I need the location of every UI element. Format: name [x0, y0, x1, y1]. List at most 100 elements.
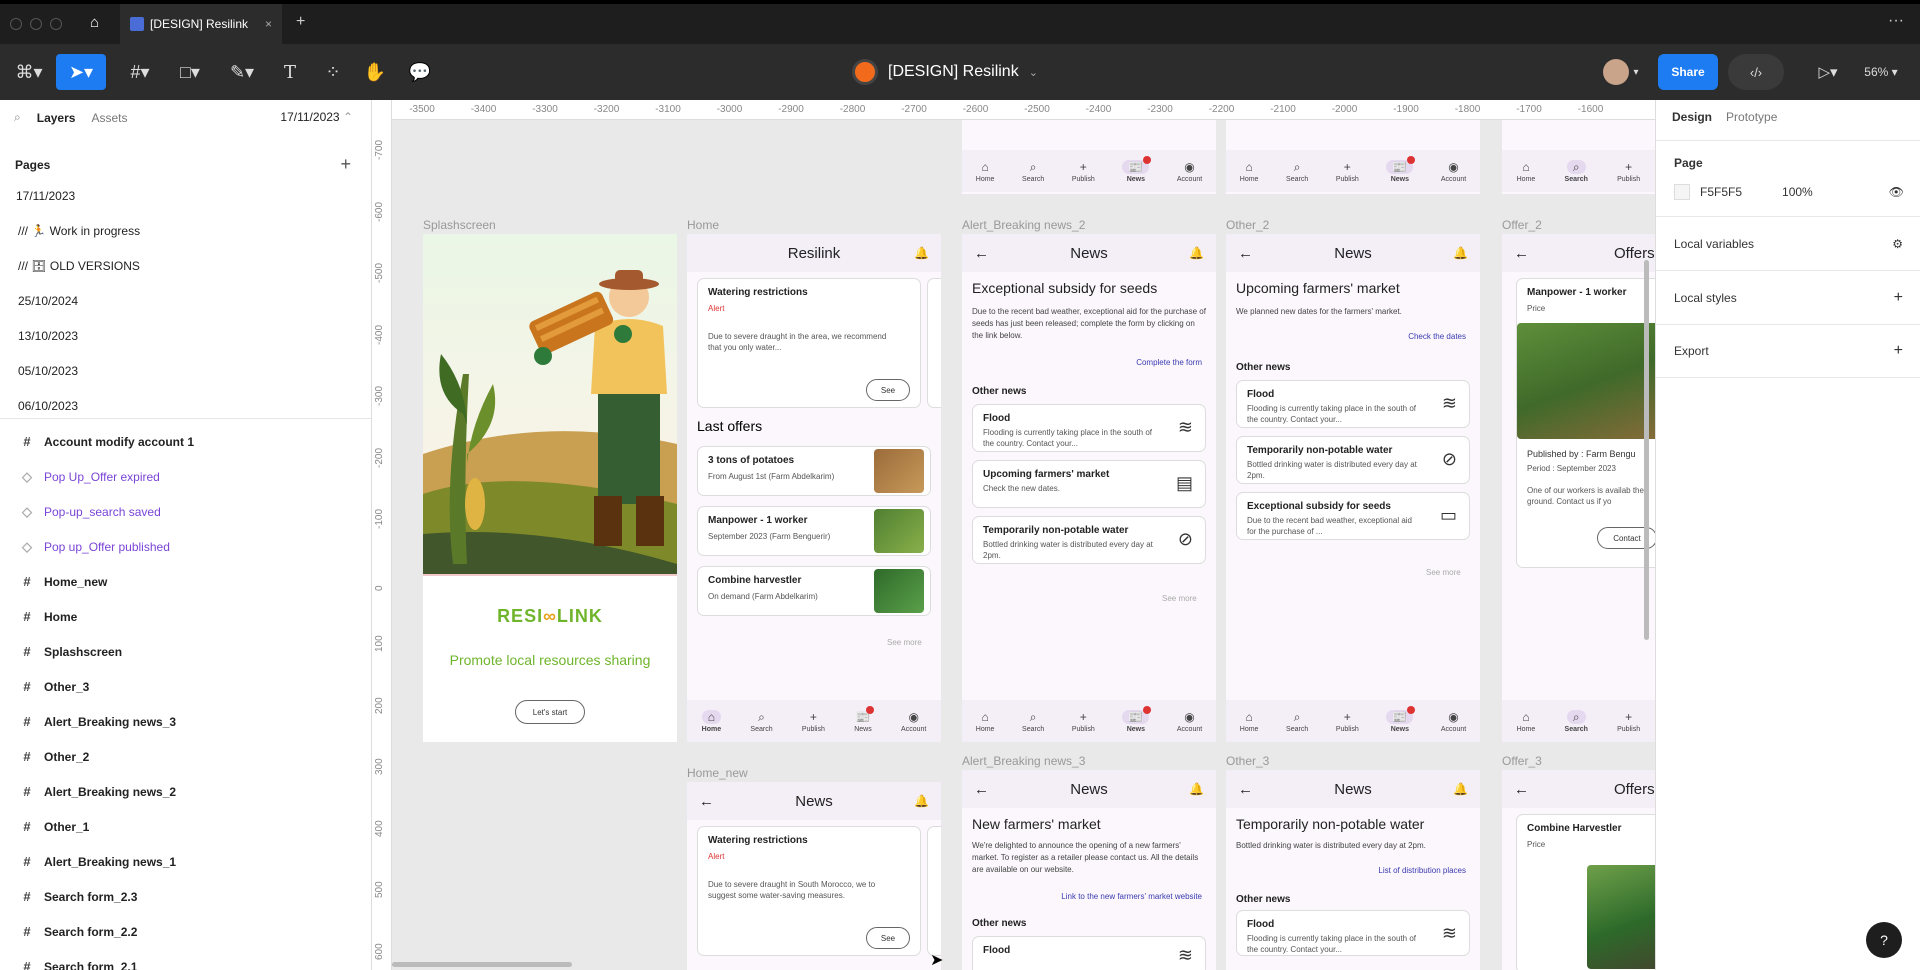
layer-item[interactable]: # Splashscreen	[0, 634, 371, 669]
present-icon[interactable]: ▷▾	[1810, 54, 1846, 90]
page-item[interactable]: 25/10/2024	[0, 283, 371, 318]
nav-publish[interactable]: + Publish	[1617, 710, 1640, 733]
news-item-card[interactable]: Exceptional subsidy for seeds Due to the …	[1236, 492, 1470, 540]
pen-tool-icon[interactable]: ✎▾	[222, 54, 262, 90]
offer-card[interactable]: Manpower - 1 worker Price Published by :…	[1516, 278, 1655, 568]
bg-color-swatch[interactable]	[1674, 184, 1690, 200]
news-item-card[interactable]: Temporarily non-potable water Bottled dri…	[972, 516, 1206, 564]
alert-card[interactable]: Watering restrictions Alert Due to sever…	[697, 826, 921, 956]
news-link[interactable]: Complete the form	[1136, 358, 1202, 367]
nav-search[interactable]: ⌕ Search	[1286, 160, 1308, 183]
frame-label[interactable]: Alert_Breaking news_3	[962, 754, 1085, 768]
shape-tool-icon[interactable]: □▾	[170, 54, 210, 90]
bell-icon[interactable]: 🔔	[1189, 782, 1204, 796]
new-tab-icon[interactable]: +	[296, 13, 305, 31]
local-styles-row[interactable]: Local styles +	[1656, 270, 1920, 324]
layer-item[interactable]: # Other_1	[0, 809, 371, 844]
layer-item[interactable]: # Alert_Breaking news_3	[0, 704, 371, 739]
nav-home[interactable]: ⌂ Home	[976, 710, 995, 733]
layer-item[interactable]: ◇ Pop up_Offer published	[0, 529, 371, 564]
variables-icon[interactable]: ⚙	[1892, 237, 1903, 251]
layer-item[interactable]: # Home	[0, 599, 371, 634]
layer-item[interactable]: # Account modify account 1	[0, 424, 371, 459]
horizontal-scrollbar[interactable]	[392, 962, 572, 967]
resources-icon[interactable]: ⁘	[318, 54, 348, 90]
layer-item[interactable]: # Other_3	[0, 669, 371, 704]
nav-publish[interactable]: + Publish	[1336, 160, 1359, 183]
page-item[interactable]: 05/10/2023	[0, 353, 371, 388]
bg-color-hex[interactable]: F5F5F5	[1700, 185, 1742, 199]
alert-card-next[interactable]	[927, 826, 941, 956]
nav-news[interactable]: 📰 News	[1122, 155, 1152, 183]
back-arrow-icon[interactable]: ←	[974, 245, 989, 262]
nav-publish[interactable]: + Publish	[802, 710, 825, 733]
lets-start-button[interactable]: Let's start	[515, 700, 585, 724]
tab-design[interactable]: Design	[1672, 110, 1712, 124]
frame-partial-1[interactable]: ⌂ Home ⌕ Search + Publish 📰 News ◉ Account	[962, 120, 1216, 194]
alert-breaking-news-3-frame[interactable]: ← News 🔔 New farmers' market We're delight…	[962, 770, 1216, 970]
frame-label[interactable]: Offer_3	[1502, 754, 1542, 768]
back-arrow-icon[interactable]: ←	[1238, 781, 1253, 798]
nav-news[interactable]: 📰 News	[1122, 705, 1152, 733]
search-icon[interactable]: ⌕	[14, 110, 21, 125]
nav-search[interactable]: ⌕ Search	[1565, 159, 1588, 183]
nav-home[interactable]: ⌂ Home	[976, 160, 995, 183]
offer-3-frame[interactable]: ← Offers Combine Harvestler Price	[1502, 770, 1655, 970]
nav-home[interactable]: ⌂ Home	[1517, 160, 1536, 183]
help-icon[interactable]: ?	[1866, 922, 1902, 958]
tab-layers[interactable]: Layers	[37, 111, 76, 125]
offer-list-card[interactable]: Combine harvestler On demand (Farm Abdelk…	[697, 566, 931, 616]
page-item[interactable]: 13/10/2023	[0, 318, 371, 353]
news-item-card[interactable]: Upcoming farmers' market Check the new da…	[972, 460, 1206, 508]
nav-account[interactable]: ◉ Account	[1177, 160, 1202, 183]
frame-label[interactable]: Alert_Breaking news_2	[962, 218, 1085, 232]
nav-search[interactable]: ⌕ Search	[1286, 710, 1308, 733]
add-style-icon[interactable]: +	[1894, 289, 1903, 307]
frame-partial-2[interactable]: ⌂ Home ⌕ Search + Publish 📰 News ◉ Account	[1226, 120, 1480, 194]
nav-search[interactable]: ⌕ Search	[1022, 710, 1044, 733]
nav-publish[interactable]: + Publish	[1336, 710, 1359, 733]
user-avatar[interactable]: ▾	[1596, 54, 1646, 90]
nav-account[interactable]: ◉ Account	[1441, 710, 1466, 733]
back-arrow-icon[interactable]: ←	[1238, 245, 1253, 262]
main-menu-icon[interactable]: ⌘▾	[8, 54, 50, 90]
text-tool-icon[interactable]: T	[275, 54, 305, 90]
canvas[interactable]: -3500 -3400 -3300 -3200 -3100 -3000 -2900 -2800…	[372, 100, 1655, 970]
window-close-dot[interactable]	[10, 18, 22, 30]
bell-icon[interactable]: 🔔	[1453, 246, 1468, 260]
close-tab-icon[interactable]: ×	[265, 17, 272, 31]
share-button[interactable]: Share	[1658, 54, 1718, 90]
other-3-frame[interactable]: ← News 🔔 Temporarily non-potable water Bot…	[1226, 770, 1480, 970]
news-link[interactable]: Check the dates	[1408, 332, 1466, 341]
bg-opacity[interactable]: 100%	[1782, 185, 1813, 199]
frame-partial-3[interactable]: ⌂Home⌕Search+Publish📰News◉Account	[1502, 120, 1655, 194]
layer-item[interactable]: # Other_2	[0, 739, 371, 774]
hand-tool-icon[interactable]: ✋	[360, 54, 390, 90]
news-link[interactable]: List of distribution places	[1378, 866, 1466, 875]
news-item-card[interactable]: Flood Flooding is currently taking place …	[972, 404, 1206, 452]
tab-assets[interactable]: Assets	[91, 111, 127, 125]
dev-mode-toggle-icon[interactable]: ‹/›	[1728, 54, 1784, 90]
news-item-card[interactable]: Flood Flooding is currently taking place …	[1236, 910, 1470, 956]
layer-item[interactable]: # Alert_Breaking news_1	[0, 844, 371, 879]
alert-breaking-news-2-frame[interactable]: ← News 🔔 Exceptional subsidy for seeds Due…	[962, 234, 1216, 742]
file-title[interactable]: [DESIGN] Resilink ⌄	[852, 54, 1038, 90]
zoom-level[interactable]: 56% ▾	[1856, 54, 1906, 90]
layer-item[interactable]: # Search form_2.3	[0, 879, 371, 914]
page-dropdown[interactable]: 17/11/2023 ⌃	[280, 110, 353, 124]
bell-icon[interactable]: 🔔	[1453, 782, 1468, 796]
page-item[interactable]: /// 🏃 Work in progress	[0, 213, 371, 248]
page-item[interactable]: 17/11/2023	[0, 178, 371, 213]
offer-list-card[interactable]: Manpower - 1 worker September 2023 (Farm …	[697, 506, 931, 556]
alert-card-next[interactable]	[927, 278, 941, 408]
frame-tool-icon[interactable]: #▾	[120, 54, 160, 90]
nav-home[interactable]: ⌂ Home	[702, 709, 721, 733]
splash-frame[interactable]: RESI∞LINK Promote local resources sharin…	[423, 234, 677, 742]
home-icon[interactable]: ⌂	[90, 14, 99, 31]
offer-card[interactable]: Combine Harvestler Price	[1516, 814, 1655, 970]
comment-tool-icon[interactable]: 💬	[405, 54, 435, 90]
add-page-icon[interactable]: +	[340, 154, 351, 175]
back-arrow-icon[interactable]: ←	[699, 793, 714, 810]
frame-label[interactable]: Home	[687, 218, 719, 232]
nav-publish[interactable]: + Publish	[1072, 160, 1095, 183]
